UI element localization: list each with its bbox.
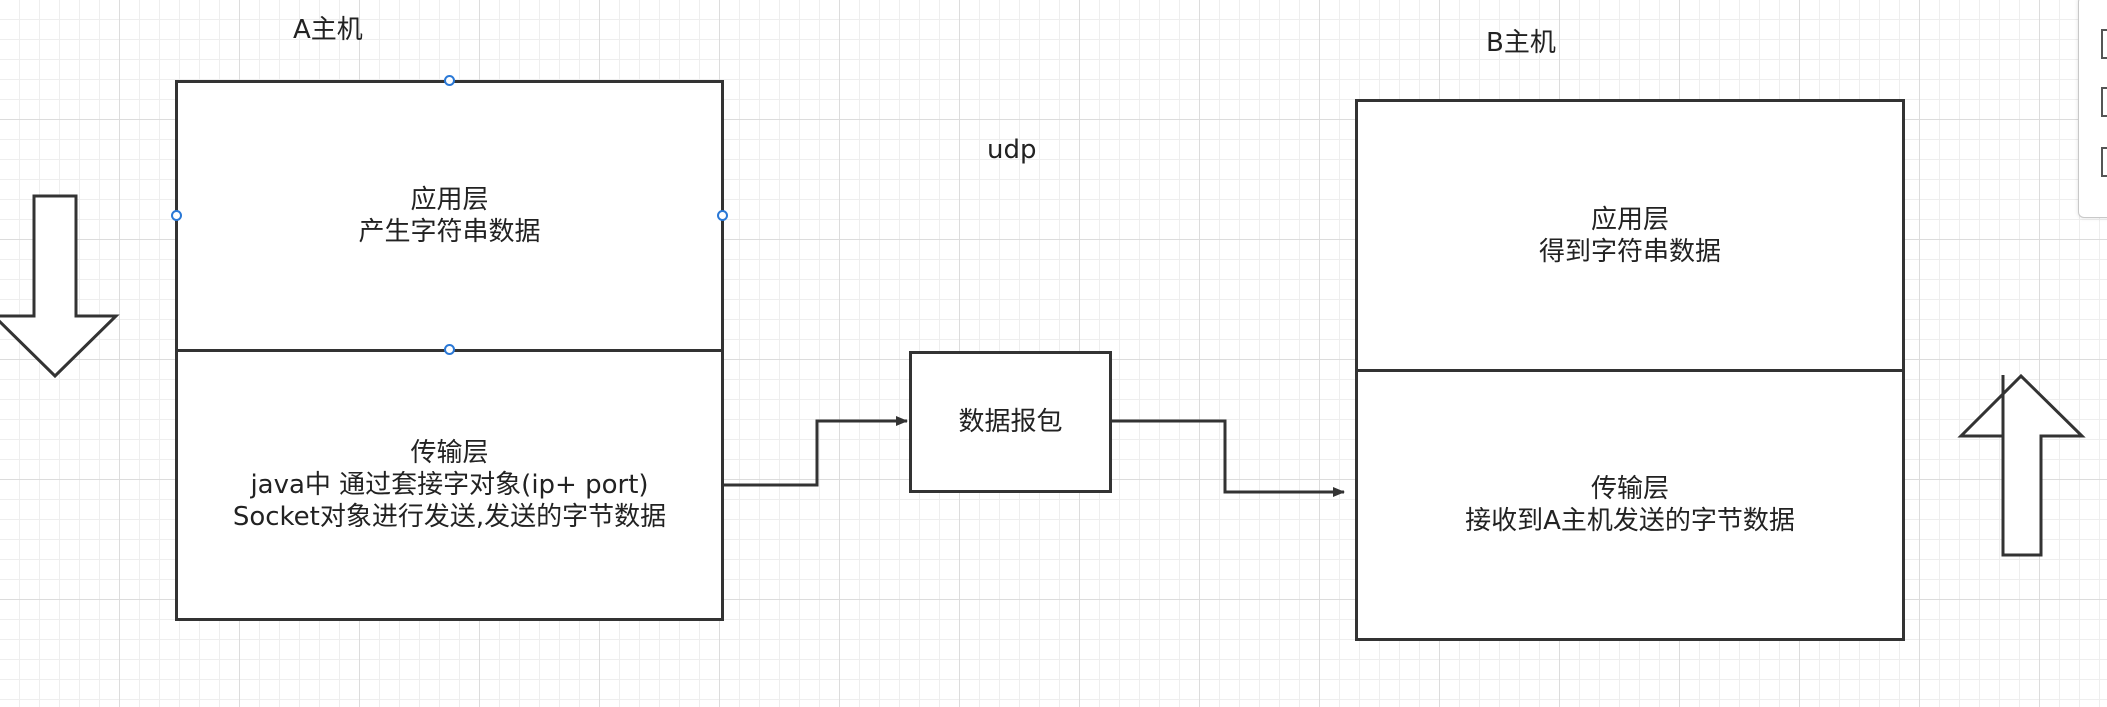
selection-handle-right[interactable] <box>717 210 728 221</box>
host-b-transport-layer[interactable]: 传输层 接收到A主机发送的字节数据 <box>1355 369 1905 641</box>
panel-page-icon[interactable] <box>2101 147 2107 177</box>
host-b-application-layer[interactable]: 应用层 得到字符串数据 <box>1355 99 1905 372</box>
host-b-transport-text: 传输层 接收到A主机发送的字节数据 <box>1465 473 1795 537</box>
host-a-application-text: 应用层 产生字符串数据 <box>358 184 540 248</box>
layer-name: 传输层 <box>410 438 489 468</box>
diagram-canvas[interactable]: A主机 应用层 产生字符串数据 传输层 java中 通过套接字对象(ip+ po… <box>0 0 2107 707</box>
layer-description: 得到字符串数据 <box>1538 236 1721 267</box>
up-arrow-icon[interactable] <box>1957 373 2086 557</box>
host-b-application-text: 应用层 得到字符串数据 <box>1539 204 1721 268</box>
host-a-transport-layer[interactable]: 传输层 java中 通过套接字对象(ip+ port) Socket对象进行发送… <box>175 349 724 621</box>
host-a-application-layer[interactable]: 应用层 产生字符串数据 <box>175 80 724 352</box>
layer-description: Socket对象进行发送,发送的字节数据 <box>232 502 667 532</box>
layer-name: 传输层 <box>1590 474 1669 504</box>
layer-description: 接收到A主机发送的字节数据 <box>1465 506 1795 536</box>
layer-name: 应用层 <box>410 185 489 215</box>
down-arrow-icon[interactable] <box>0 194 120 379</box>
layer-name: 应用层 <box>1590 204 1669 235</box>
host-b-title: B主机 <box>1486 28 1556 58</box>
layer-description: java中 通过套接字对象(ip+ port) <box>250 470 649 500</box>
packet-label: 数据报包 <box>958 407 1063 437</box>
host-a-transport-text: 传输层 java中 通过套接字对象(ip+ port) Socket对象进行发送… <box>233 437 666 533</box>
selection-handle-left[interactable] <box>171 210 182 221</box>
connector-a-to-packet[interactable] <box>724 416 908 487</box>
selection-handle-top[interactable] <box>444 75 455 86</box>
host-a-title: A主机 <box>293 15 363 45</box>
packet-text: 数据报包 <box>958 406 1062 438</box>
packet-box[interactable]: 数据报包 <box>909 351 1112 493</box>
panel-page-icon[interactable] <box>2101 29 2107 59</box>
protocol-label: udp <box>987 135 1037 165</box>
panel-page-icon[interactable] <box>2101 87 2107 117</box>
layer-description: 产生字符串数据 <box>358 217 541 247</box>
connector-packet-to-b[interactable] <box>1112 419 1345 497</box>
side-toolbar-panel[interactable] <box>2078 0 2107 218</box>
selection-handle-bottom[interactable] <box>444 344 455 355</box>
